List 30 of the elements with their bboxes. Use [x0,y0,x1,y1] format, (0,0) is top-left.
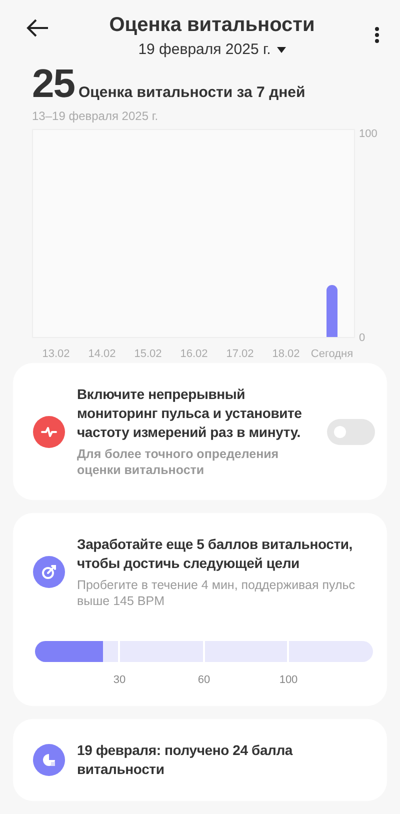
axis-label: 18.02 [272,348,300,360]
date-range: 13–19 февраля 2025 г. [31,108,160,123]
axis-label: Сегодня [310,348,354,360]
axis-label: 14.02 [88,348,116,360]
caret-icon [276,46,286,52]
axis-label: 17.02 [226,348,254,360]
score-value: 25 [32,62,74,107]
toggle-switch[interactable] [327,418,375,444]
axis-label: 13.02 [42,348,70,360]
card-title: Заработайте еще 5 баллов витальности, чтобы достичь следующей цели [77,535,354,573]
page-title: Оценка витальности [109,14,315,37]
card-title: 19 февраля: получено 24 балла витальности [77,741,294,779]
card-subtitle: Пробегите в течение 4 мин, поддерживая пульс выше 145 BPM [77,577,356,609]
axis-label: 15.02 [134,348,162,360]
date-selector[interactable]: 19 февраля 2025 г. [138,41,286,58]
axis-label: 100 [359,128,378,140]
axis-label: 0 [359,332,366,344]
pulse-icon [41,426,57,438]
progress-tick-label: 60 [198,674,210,686]
progress-tick-label: 100 [279,674,298,686]
target-icon [41,564,57,580]
axis-label: 16.02 [180,348,208,360]
card-subtitle: Для более точного определения оценки витальности [77,446,280,478]
back-arrow-icon [26,18,50,38]
progress-tick-label: 30 [113,674,126,686]
pie-chart-icon [41,752,57,768]
card-title: Включите непрерывный мониторинг пульса и установите частоту измерений раз в минуту. [77,385,303,442]
more-icon [374,26,380,44]
bar [326,285,338,337]
score-label: Оценка витальности за 7 дней [78,84,306,101]
